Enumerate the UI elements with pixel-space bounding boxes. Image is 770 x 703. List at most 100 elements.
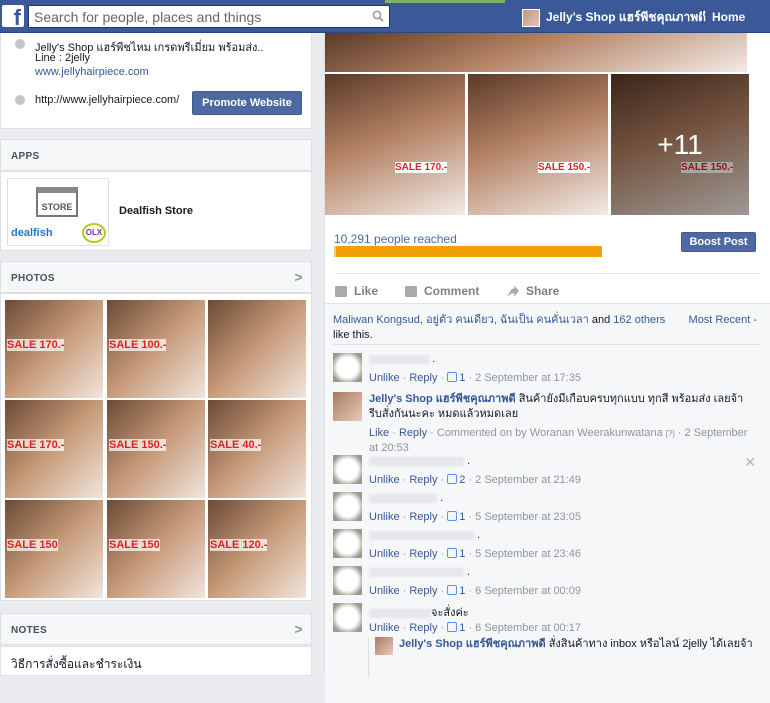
apps-header: APPS — [0, 139, 312, 171]
photos-title: PHOTOS — [11, 273, 55, 284]
reply-link[interactable]: Reply — [409, 372, 437, 384]
avatar[interactable] — [333, 492, 362, 521]
highlight-strip — [385, 0, 505, 3]
profile-link[interactable]: Jelly's Shop แฮร์พีชคุณภาพดี — [522, 8, 706, 27]
photo-label: SALE 120.- — [210, 539, 268, 552]
facebook-logo[interactable]: f — [2, 5, 24, 27]
reach-bar — [334, 246, 602, 257]
avatar[interactable] — [333, 603, 362, 632]
photo-label: SALE 150.- — [109, 439, 167, 452]
sort-dropdown[interactable]: Most Recent - — [689, 314, 757, 326]
thumbs-up-icon — [335, 285, 347, 297]
comment-button[interactable]: Comment — [405, 284, 479, 298]
photo-thumb[interactable]: SALE 100.- — [107, 300, 205, 398]
line-id: Line : 2jelly — [35, 52, 91, 64]
photo-label: SALE 170.- — [7, 439, 65, 452]
avatar[interactable] — [333, 392, 362, 421]
unlike-link[interactable]: Unlike — [369, 511, 400, 523]
comment-author[interactable]: Jelly's Shop แฮร์พีชคุณภาพดี — [369, 393, 516, 405]
photo-thumb[interactable]: SALE 120.- — [208, 500, 306, 598]
reply-comment: Jelly's Shop แฮร์พีชคุณภาพดี สั่งสินค้าท… — [368, 637, 758, 677]
avatar[interactable] — [333, 529, 362, 558]
note-item[interactable]: วิธีการสั่งซื้อและชำระเงิน — [0, 646, 312, 676]
page-info-card: Jelly's Shop แฮร์พีชไหม เกรดพรีเมี่ยม พร… — [0, 33, 312, 129]
post-photo[interactable]: SALE 170.- — [325, 74, 465, 215]
photo-thumb[interactable]: SALE 150 — [107, 500, 205, 598]
photo-thumb[interactable] — [208, 300, 306, 398]
like-count[interactable]: 1 — [459, 622, 465, 634]
more-photos-count: +11 — [611, 74, 749, 215]
unlike-link[interactable]: Unlike — [369, 622, 400, 634]
reply-link[interactable]: Reply — [409, 474, 437, 486]
photo-thumb[interactable]: SALE 150.- — [107, 400, 205, 498]
avatar[interactable] — [375, 637, 393, 655]
photo-label: SALE 150 — [109, 539, 160, 552]
unlike-link[interactable]: Unlike — [369, 548, 400, 560]
thumbs-up-icon — [447, 585, 458, 595]
app-name[interactable]: Dealfish Store — [119, 205, 193, 217]
share-button[interactable]: Share — [507, 284, 559, 298]
avatar — [522, 8, 540, 27]
post-photo-more[interactable]: SALE 150.- +11 — [611, 74, 749, 215]
timestamp[interactable]: 5 September at 23:05 — [475, 511, 581, 523]
photo-label: SALE 100.- — [109, 339, 167, 352]
site-link[interactable]: www.jellyhairpiece.com — [35, 66, 149, 78]
reply-link[interactable]: Reply — [409, 585, 437, 597]
comment-author[interactable]: Jelly's Shop แฮร์พีชคุณภาพดี — [399, 638, 546, 650]
timestamp[interactable]: 2 September at 21:49 — [475, 474, 581, 486]
post-photo-main[interactable] — [325, 33, 747, 72]
like-button[interactable]: Like — [335, 284, 378, 298]
timestamp[interactable]: 6 September at 00:17 — [475, 622, 581, 634]
like-count[interactable]: 1 — [459, 511, 465, 523]
reply-link[interactable]: Reply — [399, 427, 427, 439]
like-count[interactable]: 2 — [459, 474, 465, 486]
avatar[interactable] — [333, 566, 362, 595]
reply-link[interactable]: Reply — [409, 511, 437, 523]
search-icon[interactable] — [372, 10, 384, 22]
like-count[interactable]: 1 — [459, 548, 465, 560]
timestamp[interactable]: 5 September at 23:46 — [475, 548, 581, 560]
search-input[interactable] — [29, 6, 359, 27]
others-link[interactable]: 162 others — [613, 314, 665, 326]
post-card: SALE 170.- SALE 150.- SALE 150.- +11 10,2… — [324, 33, 770, 703]
like-count[interactable]: 1 — [459, 372, 465, 384]
promote-website-button[interactable]: Promote Website — [192, 91, 302, 115]
search-box[interactable] — [28, 5, 390, 28]
unlike-link[interactable]: Unlike — [369, 372, 400, 384]
thumbs-up-icon — [447, 474, 458, 484]
post-photo[interactable]: SALE 150.- — [468, 74, 608, 215]
photo-thumb[interactable]: SALE 40.- — [208, 400, 306, 498]
boost-post-button[interactable]: Boost Post — [681, 232, 756, 252]
reach-count[interactable]: 10,291 people reached — [334, 232, 457, 246]
unlike-link[interactable]: Unlike — [369, 474, 400, 486]
unlike-link[interactable]: Unlike — [369, 585, 400, 597]
reply-link[interactable]: Reply — [409, 548, 437, 560]
comment-icon — [405, 285, 417, 297]
photo-thumb[interactable]: SALE 170.- — [5, 400, 103, 498]
liker-names[interactable]: Maliwan Kongsud, อยู่ตัว คนเดียว, ฉันเป็… — [333, 314, 589, 326]
photo-thumb[interactable]: SALE 150 — [5, 500, 103, 598]
photos-grid: SALE 170.- SALE 100.- SALE 170.- SALE 15… — [0, 293, 312, 601]
comment-text: สั่งสินค้าทาง inbox หรือไลน์ 2jelly ได้เ… — [548, 638, 753, 650]
timestamp[interactable]: 2 September at 17:35 — [475, 372, 581, 384]
help-icon[interactable]: [?] — [666, 429, 675, 438]
photos-header[interactable]: PHOTOS > — [0, 261, 312, 293]
notes-header[interactable]: NOTES > — [0, 613, 312, 645]
photo-thumb[interactable]: SALE 170.- — [5, 300, 103, 398]
comment-text: จะสั่งค่ะ — [431, 607, 469, 619]
chevron-right-icon[interactable]: > — [295, 621, 303, 637]
avatar[interactable] — [333, 353, 362, 382]
website-link[interactable]: http://www.jellyhairpiece.com/ — [35, 94, 179, 106]
timestamp[interactable]: 6 September at 00:09 — [475, 585, 581, 597]
close-icon[interactable]: ✕ — [744, 454, 756, 471]
like-link[interactable]: Like — [369, 427, 389, 439]
store-icon: STORE — [36, 187, 78, 217]
home-link[interactable]: Home — [712, 10, 745, 24]
photo-label: SALE 40.- — [210, 439, 262, 452]
like-label: Like — [354, 284, 379, 298]
reply-link[interactable]: Reply — [409, 622, 437, 634]
avatar[interactable] — [333, 455, 362, 484]
chevron-right-icon[interactable]: > — [295, 269, 303, 285]
like-count[interactable]: 1 — [459, 585, 465, 597]
dealfish-logo[interactable]: STORE dealfish OLX — [7, 178, 109, 246]
